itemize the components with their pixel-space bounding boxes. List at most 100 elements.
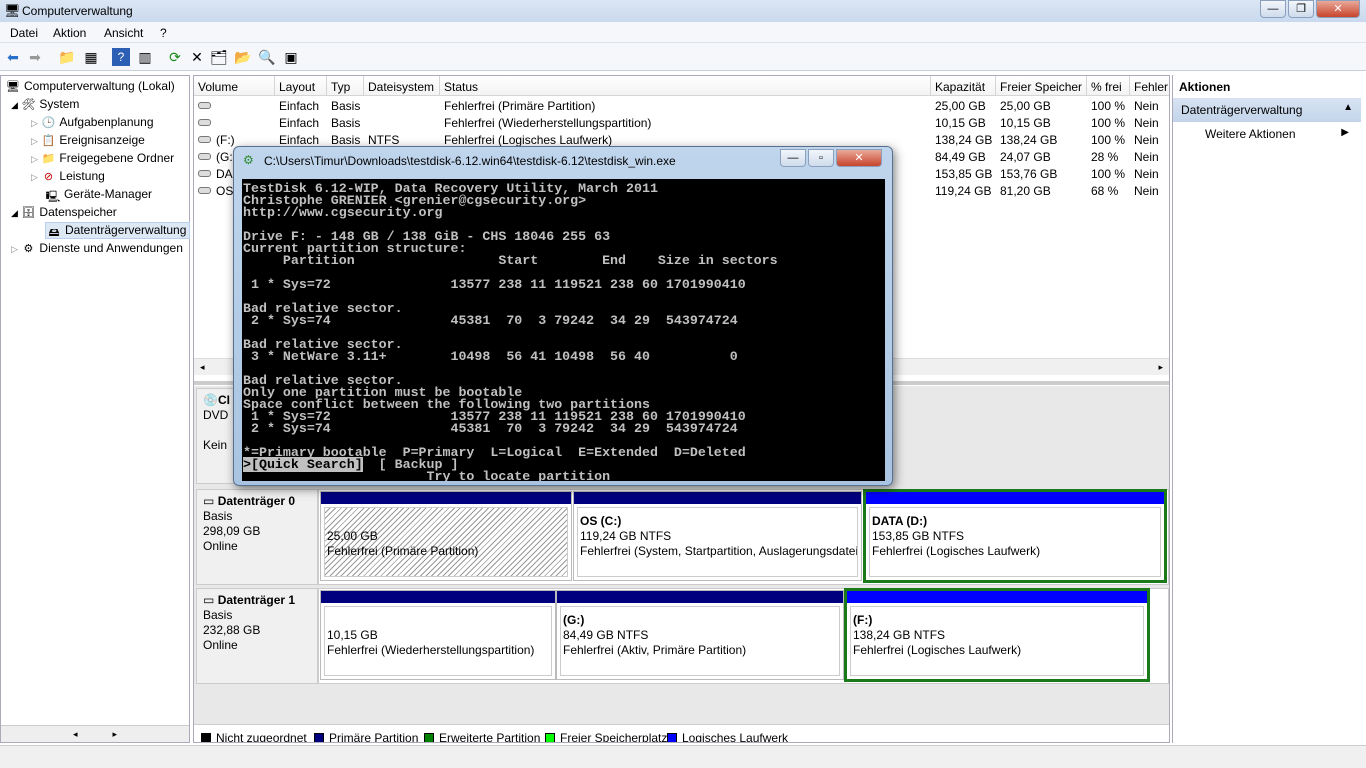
tree-item-ereignisanzeige[interactable]: ▷ 📋 Ereignisanzeige [31,133,145,148]
action-weitere-aktionen[interactable]: Weitere Aktionen ▶ [1173,125,1361,143]
tree-item-datentraegerverwaltung[interactable]: 🖴 Datenträgerverwaltung [45,222,191,239]
tree-item-aufgabenplanung[interactable]: ▷ 🕒 Aufgabenplanung [31,115,154,130]
legend-swatch [545,733,555,742]
close-button[interactable]: ✕ [1316,0,1360,18]
help-icon[interactable]: ? [112,48,130,66]
tree-item-freigegebene-ordner[interactable]: ▷ 📁 Freigegebene Ordner [31,151,174,166]
console-line: 2 * Sys=74 45381 70 3 79242 34 29 543974… [243,421,738,436]
partition-type-bar [847,591,1147,603]
menu-datei[interactable]: Datei [10,26,38,40]
event-viewer-icon: 📋 [41,134,56,147]
legend-swatch [424,733,434,742]
tree-item-dienste[interactable]: ▷ ⚙ Dienste und Anwendungen [11,241,183,256]
actions-header: Aktionen [1179,80,1231,94]
backup-option[interactable]: [ Backup ] [363,457,459,472]
console-tree-icon[interactable]: ▦ [82,48,100,66]
legend: Nicht zugeordnet Primäre Partition Erweite… [194,724,1169,743]
column-header[interactable]: Fehler [1130,76,1169,96]
testdisk-app-icon: ⚙ [243,153,254,167]
partition-block[interactable]: OS (C:) 119,24 GB NTFS Fehlerfrei (System,… [573,491,862,581]
column-header[interactable]: Kapazität [931,76,996,96]
console-minimize-button[interactable]: — [780,149,806,167]
status-bar [0,745,1366,768]
table-cell: 24,07 GB [1000,150,1051,164]
menu-ansicht[interactable]: Ansicht [104,26,143,40]
tools-icon: 🛠 [21,98,36,111]
disk-management-icon: 🖴 [48,226,60,239]
disk-label[interactable]: ▭ Datenträger 1 Basis 232,88 GB Online [196,588,318,684]
column-header[interactable]: Freier Speicher [996,76,1087,96]
title-bar: 🖥 Computerverwaltung — ❐ ✕ [0,0,1366,22]
column-header[interactable]: % frei [1087,76,1130,96]
menu-bar: Datei Aktion Ansicht ? [0,22,1366,43]
folder-up-icon[interactable]: 📁 [58,48,76,66]
forward-icon[interactable]: ➡ [26,48,44,66]
table-cell: Nein [1134,116,1159,130]
console-line: 2 * Sys=74 45381 70 3 79242 34 29 543974… [243,313,738,328]
table-cell: Einfach [279,133,320,147]
refresh-icon[interactable]: ⟳ [166,48,184,66]
partition-block[interactable]: DATA (D:) 153,85 GB NTFS Fehlerfrei (Logis… [863,489,1167,583]
performance-icon: ⊘ [43,170,54,183]
tree-item-leistung[interactable]: ▷ ⊘ Leistung [31,169,105,184]
minimize-button[interactable]: — [1260,0,1286,18]
table-cell: 10,15 GB [935,116,986,130]
export-icon[interactable]: ▣ [282,48,300,66]
computer-icon: 🖥 [6,80,20,93]
quick-search-option[interactable]: >[Quick Search] [243,457,363,472]
tree-item-computerverwaltung[interactable]: 🖥 Computerverwaltung (Lokal) [5,79,175,94]
partition-block[interactable]: (F:) 138,24 GB NTFS Fehlerfrei (Logisches … [844,588,1150,682]
volume-icon [198,153,211,160]
table-row[interactable]: Einfach Basis Fehlerfrei (Primäre Partitio… [194,97,1169,114]
column-header[interactable]: Layout [275,76,327,96]
disk-icon: ▭ [203,593,215,607]
table-cell: 10,15 GB [1000,116,1051,130]
shared-folder-icon: 📁 [41,152,56,165]
column-header[interactable]: Status [440,76,931,96]
app-icon: 🖥 [4,3,21,18]
actions-section-datentraegerverwaltung[interactable]: Datenträgerverwaltung ▲ [1173,98,1361,122]
console-screen[interactable]: TestDisk 6.12-WIP, Data Recovery Utility… [242,179,885,481]
delete-icon[interactable]: ✕ [188,48,206,66]
device-manager-icon: 🖳 [45,190,61,203]
tree-item-system[interactable]: ◢ 🛠 System [11,97,79,112]
table-cell: NTFS [368,133,400,147]
partition-block[interactable]: (G:) 84,49 GB NTFS Fehlerfrei (Aktiv, Prim… [556,590,844,680]
toolbar: ⬅ ➡ 📁 ▦ ? ▥ ⟳ ✕ 🗂 📂 🔍 ▣ [0,43,1366,71]
open-icon[interactable]: 📂 [234,48,252,66]
console-maximize-button[interactable]: ▫ [808,149,834,167]
partition-block[interactable]: 25,00 GB Fehlerfrei (Primäre Partition) [320,491,572,581]
legend-label: Erweiterte Partition [439,731,541,743]
maximize-button[interactable]: ❐ [1288,0,1314,18]
disk-label[interactable]: ▭ Datenträger 0 Basis 298,09 GB Online [196,489,318,585]
properties-icon[interactable]: 🗂 [210,48,228,66]
search-icon[interactable]: 🔍 [258,48,276,66]
table-row[interactable]: Einfach Basis Fehlerfrei (Wiederherstellun… [194,114,1169,131]
table-cell: 28 % [1091,150,1119,164]
action-pane-icon[interactable]: ▥ [136,48,154,66]
tree-item-datenspeicher[interactable]: ◢ 🗄 Datenspeicher [11,205,117,220]
table-cell: 100 % [1091,167,1126,181]
partition-type-bar [574,492,861,504]
menu-aktion[interactable]: Aktion [53,26,86,40]
column-header[interactable]: Dateisystem [364,76,440,96]
back-icon[interactable]: ⬅ [4,48,22,66]
partition-type-bar [321,492,571,504]
table-cell: 100 % [1091,133,1126,147]
horizontal-scrollbar[interactable]: ◂ ▸ [1,725,189,742]
column-header[interactable]: Volume [194,76,275,96]
partition-block[interactable]: 10,15 GB Fehlerfrei (Wiederherstellungspa… [320,590,556,680]
table-cell: (F:) [216,133,235,147]
console-close-button[interactable]: ✕ [836,149,882,167]
table-cell: 119,24 GB [935,184,992,198]
table-cell: 68 % [1091,184,1119,198]
table-cell: 25,00 GB [1000,99,1051,113]
console-line: http://www.cgsecurity.org [243,205,443,220]
table-cell: Fehlerfrei (Wiederherstellungspartition) [444,116,652,130]
tree-item-geraete-manager[interactable]: 🖳 Geräte-Manager [45,187,152,203]
testdisk-console-window[interactable]: ⚙ C:\Users\Timur\Downloads\testdisk-6.12… [233,146,893,486]
column-header[interactable]: Typ [327,76,364,96]
console-line: 3 * NetWare 3.11+ 10498 56 41 10498 56 4… [243,349,738,364]
menu-help[interactable]: ? [160,26,167,40]
legend-label: Nicht zugeordnet [216,731,307,743]
